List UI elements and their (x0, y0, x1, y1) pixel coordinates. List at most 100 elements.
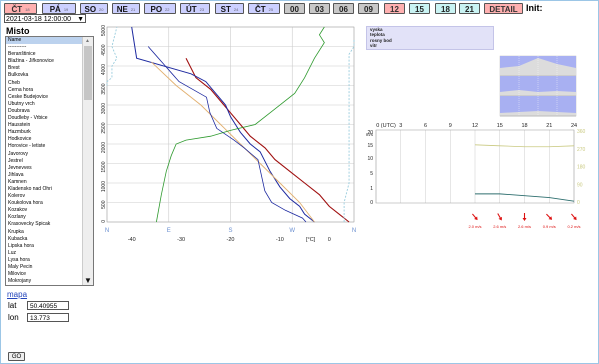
hour-button[interactable]: 12 (384, 3, 405, 14)
list-item[interactable]: Kozakov (6, 207, 84, 214)
list-item[interactable]: Luz (6, 250, 84, 257)
legend-items: vyska teplota rosny bod vitr (367, 27, 493, 48)
list-item[interactable]: ----------- (6, 44, 84, 51)
x-temp-tick: -40 (128, 237, 136, 243)
list-item[interactable]: Kubacka (6, 236, 84, 243)
list-item[interactable]: Kolerov (6, 193, 84, 200)
list-item[interactable]: Milovice (6, 271, 84, 278)
list-item[interactable]: Ceske Budejovice (6, 94, 84, 101)
day-button[interactable]: ÚT 23 (180, 3, 210, 14)
cloud-panel (499, 55, 577, 117)
wind-arrow-head (498, 216, 502, 221)
legend-box: vyska teplota rosny bod vitr (366, 26, 494, 50)
detail-button[interactable]: DETAIL (484, 3, 523, 14)
day-button[interactable]: ST 24 (215, 3, 244, 14)
y-right-tick: 0 (577, 200, 580, 206)
list-item[interactable]: Kladensko nad Ohri (6, 186, 84, 193)
day-button[interactable]: ČT 25 (248, 3, 280, 14)
wind-arrow-icon (497, 213, 502, 221)
scrollbar[interactable]: ▲ ▼ (82, 37, 93, 285)
y-left-tick: 15 (367, 143, 373, 149)
list-item[interactable]: Jestrel (6, 158, 84, 165)
wind-label: 0.2 m/s (567, 224, 580, 229)
hour-button[interactable]: 00 (284, 3, 305, 14)
day-button[interactable]: PO 22 (144, 3, 176, 14)
day-button[interactable]: NE 21 (112, 3, 140, 14)
list-item[interactable]: Brest (6, 65, 84, 72)
sounding-chart: 0 500 1000 1500 2000 2500 3000 3500 4000 4500 5000… (101, 25, 356, 243)
list-item[interactable]: Bulkovka (6, 72, 84, 79)
list-item[interactable]: Doubrava (6, 108, 84, 115)
list-item[interactable]: Mokrojany (6, 278, 84, 285)
list-item[interactable]: Krupka (6, 229, 84, 236)
scroll-up-icon[interactable]: ▲ (85, 38, 90, 44)
wind-label: 2.0 m/s (468, 224, 481, 229)
day-button-label: PÁ (49, 5, 61, 14)
hour-button[interactable]: 03 (309, 3, 330, 14)
x-tick-label: 15 (497, 123, 503, 129)
list-item[interactable]: Jevnevves (6, 165, 84, 172)
list-item[interactable]: Krasovecky Spicak (6, 221, 84, 228)
y-tick-label: 1500 (101, 161, 107, 172)
location-label: Misto (6, 26, 30, 36)
list-item[interactable]: Koukolova hora (6, 200, 84, 207)
hour-button[interactable]: 21 (459, 3, 480, 14)
map-link[interactable]: mapa (7, 290, 27, 299)
y-tick-label: 500 (101, 200, 107, 209)
list-item[interactable]: Ubutny vrch (6, 101, 84, 108)
day-button-date: 22 (165, 7, 170, 13)
list-item[interactable]: Hausstein (6, 122, 84, 129)
hour-button[interactable]: 18 (435, 3, 456, 14)
x-dir-tick: N (105, 228, 109, 234)
scroll-down-icon[interactable]: ▼ (84, 276, 92, 285)
list-item[interactable]: Kozlany (6, 214, 84, 221)
day-button[interactable]: SO 20 (80, 3, 108, 14)
date-select-value: 2021-03-18 12:00:00 (6, 16, 71, 23)
list-item[interactable]: Lipska hora (6, 243, 84, 250)
y-tick-label: 5000 (101, 25, 107, 36)
day-button-date: 18 (25, 7, 30, 13)
hour-button[interactable]: 06 (333, 3, 354, 14)
list-item[interactable]: Cerna hora (6, 87, 84, 94)
go-button[interactable]: GO (8, 352, 25, 361)
x-temp-tick: -10 (276, 237, 284, 243)
y-left-tick: 10 (367, 156, 373, 162)
hour-button[interactable]: 09 (358, 3, 379, 14)
date-select[interactable]: 2021-03-18 12:00:00 ▼ (4, 14, 86, 23)
hour-button[interactable]: 15 (409, 3, 430, 14)
lon-input[interactable]: 13.773 (27, 313, 69, 322)
list-item[interactable]: Hazmburk (6, 129, 84, 136)
lon-label: lon (8, 313, 19, 322)
chevron-down-icon: ▼ (77, 16, 84, 23)
x-temp-tick: -30 (177, 237, 185, 243)
scroll-thumb[interactable] (84, 46, 92, 100)
list-item[interactable]: Name (6, 37, 84, 45)
x-tick-label: 21 (546, 123, 552, 129)
station-list[interactable]: Name ----------- Beranštinice Blažina - Jiř… (5, 36, 94, 286)
day-button[interactable]: ČT 18 (4, 3, 37, 14)
lat-label: lat (8, 301, 17, 310)
list-item[interactable]: Cheb (6, 80, 84, 87)
init-label: Init: (526, 3, 543, 13)
list-item[interactable]: Doudleby - Vrbice (6, 115, 84, 122)
list-item[interactable]: Horovice - letiste (6, 143, 84, 150)
x-tick-label: 9 (449, 123, 452, 129)
lat-input[interactable]: 50.40955 (27, 301, 69, 310)
day-button-date: 24 (233, 7, 239, 13)
day-button-label: SO (84, 5, 97, 14)
x-tick-label: 3 (399, 123, 402, 129)
list-item[interactable]: Javorovy (6, 151, 84, 158)
day-button[interactable]: PÁ 19 (42, 3, 76, 14)
list-item[interactable]: Lysa hora (6, 257, 84, 264)
day-button-date: 19 (63, 7, 69, 13)
list-item[interactable]: Maly Pecin (6, 264, 84, 271)
list-item[interactable]: Blažina - Jiřkonovice (6, 58, 84, 65)
y-tick-label: 1000 (101, 181, 107, 192)
list-item[interactable]: Beranštinice (6, 51, 84, 58)
list-item[interactable]: Hodkovice (6, 136, 84, 143)
list-item[interactable]: Jihlava (6, 172, 84, 179)
day-button-label: PO (150, 5, 163, 14)
day-button-date: 23 (199, 7, 205, 13)
y-tick-label: 4500 (101, 44, 107, 55)
list-item[interactable]: Kamnen (6, 179, 84, 186)
